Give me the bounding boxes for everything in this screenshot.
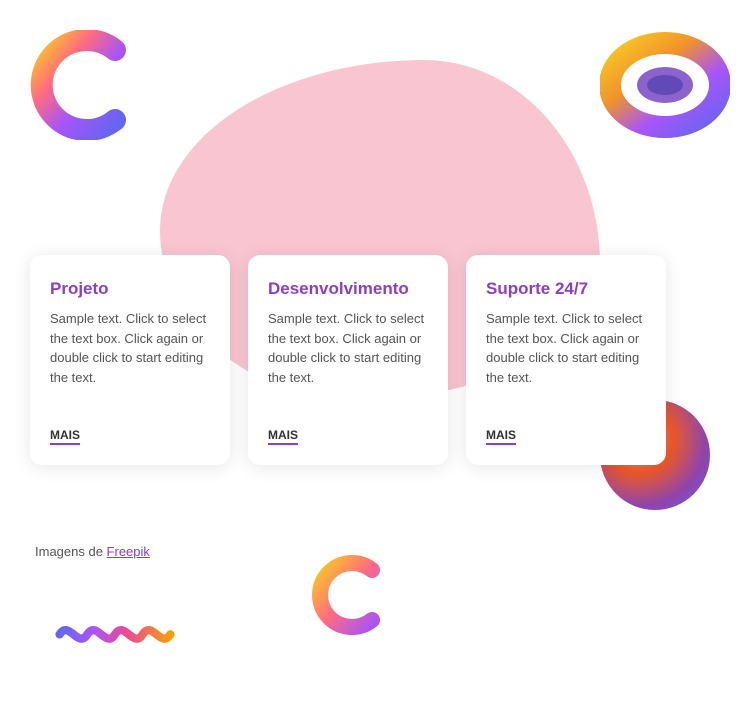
shape-c-bottom [310,555,390,635]
card-suporte-link[interactable]: MAIS [486,428,516,445]
footer-link[interactable]: Freepik [107,544,150,559]
card-suporte: Suporte 24/7 Sample text. Click to selec… [466,255,666,465]
card-suporte-text: Sample text. Click to select the text bo… [486,309,646,418]
shape-torus-topright [600,30,730,140]
card-desenvolvimento-link[interactable]: MAIS [268,428,298,445]
footer-prefix: Imagens de [35,544,107,559]
card-suporte-title: Suporte 24/7 [486,279,646,299]
card-desenvolvimento: Desenvolvimento Sample text. Click to se… [248,255,448,465]
card-projeto-text: Sample text. Click to select the text bo… [50,309,210,418]
shape-wave-bottomleft [55,615,175,655]
card-projeto: Projeto Sample text. Click to select the… [30,255,230,465]
card-projeto-link[interactable]: MAIS [50,428,80,445]
card-desenvolvimento-title: Desenvolvimento [268,279,428,299]
footer: Imagens de Freepik [35,544,150,559]
shape-c-topleft [30,30,140,140]
card-projeto-title: Projeto [50,279,210,299]
cards-container: Projeto Sample text. Click to select the… [30,255,666,465]
card-desenvolvimento-text: Sample text. Click to select the text bo… [268,309,428,418]
